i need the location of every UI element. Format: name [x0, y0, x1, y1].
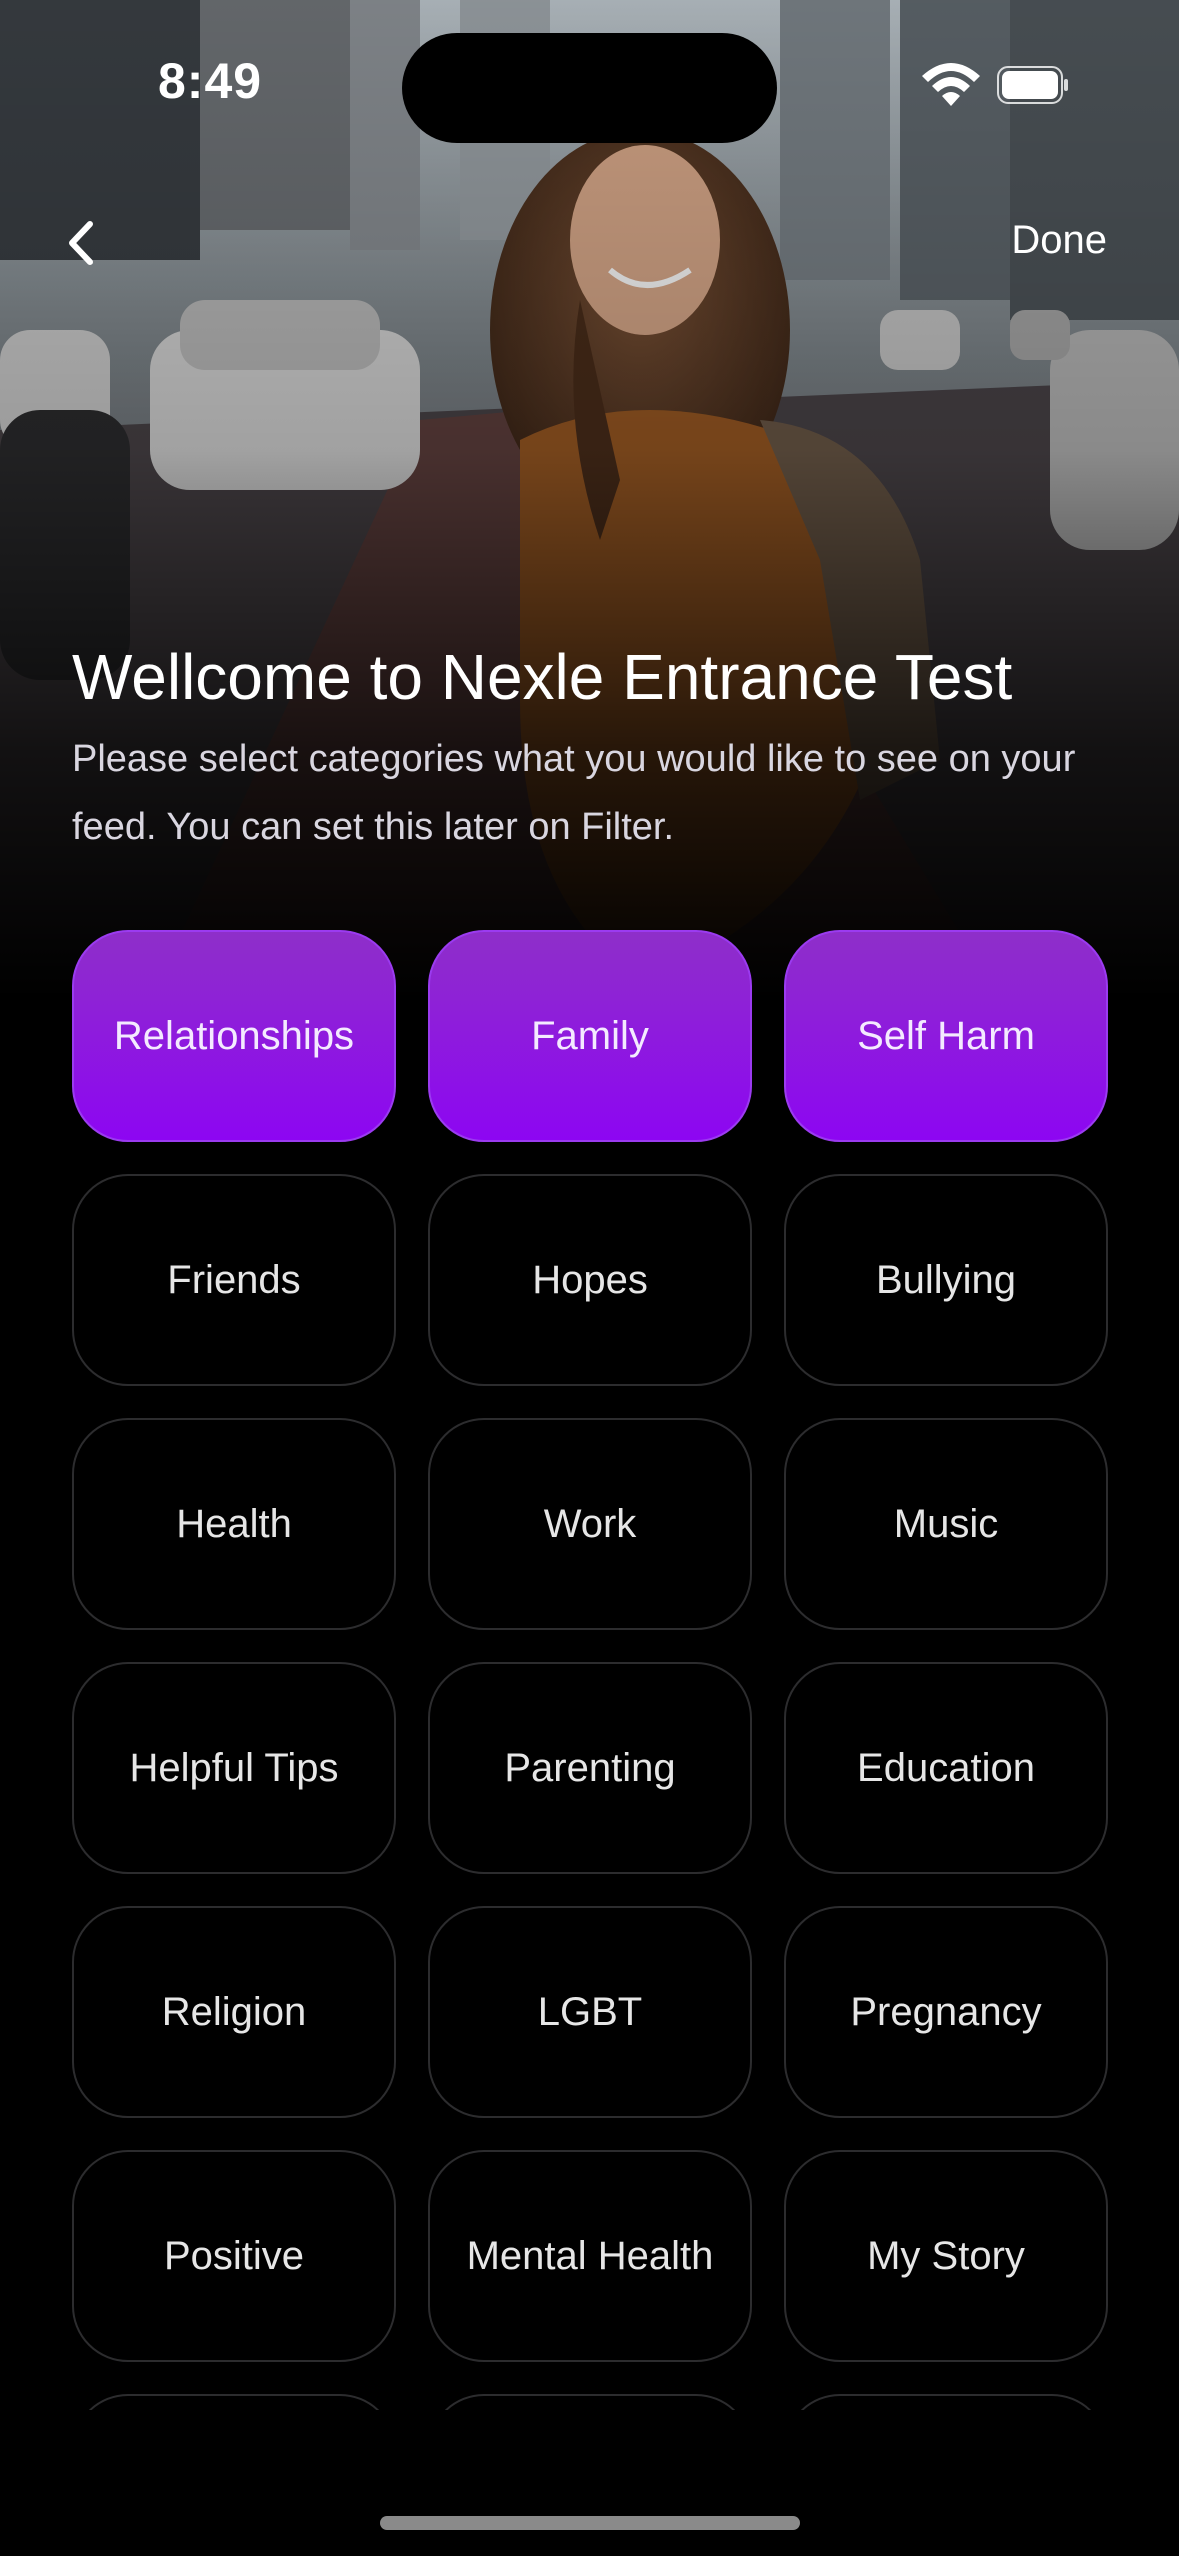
- category-chip-label: Education: [857, 1746, 1035, 1790]
- category-chip-label: Family: [531, 1014, 649, 1058]
- category-chip[interactable]: [428, 2394, 752, 2410]
- status-bar: 8:49: [0, 0, 1179, 160]
- category-chip[interactable]: Mental Health: [428, 2150, 752, 2362]
- category-chip[interactable]: Relationships: [72, 930, 396, 1142]
- category-chip[interactable]: My Story: [784, 2150, 1108, 2362]
- category-chip-label: LGBT: [537, 1990, 643, 2034]
- category-chip-label: Health: [176, 1502, 292, 1546]
- category-chip[interactable]: Pregnancy: [784, 1906, 1108, 2118]
- category-grid-inner: Relationships Family Self Harm Friends Hopes…: [72, 930, 1108, 2410]
- category-chip-label: Self Harm: [857, 1014, 1035, 1058]
- category-chip-label: Helpful Tips: [129, 1746, 339, 1790]
- category-chip-label: Work: [543, 1502, 637, 1546]
- battery-icon: [997, 66, 1068, 104]
- back-chevron-icon[interactable]: [58, 218, 108, 268]
- category-chip[interactable]: Bullying: [784, 1174, 1108, 1386]
- category-chip-label: Bullying: [875, 1258, 1017, 1302]
- home-indicator: [380, 2516, 800, 2530]
- category-chip[interactable]: LGBT: [428, 1906, 752, 2118]
- wifi-icon: [922, 63, 980, 106]
- category-chip[interactable]: Education: [784, 1662, 1108, 1874]
- category-chip[interactable]: [784, 2394, 1108, 2410]
- page-title: Wellcome to Nexle Entrance Test: [72, 641, 1013, 713]
- category-chip-label: Friends: [167, 1258, 301, 1302]
- category-chip-label: Pregnancy: [850, 1990, 1042, 2034]
- category-chip-label: My Story: [867, 2234, 1025, 2278]
- category-chip-label: Hopes: [532, 1258, 648, 1302]
- status-time: 8:49: [158, 53, 263, 109]
- dynamic-island: [402, 33, 777, 143]
- category-chip[interactable]: Self Harm: [784, 930, 1108, 1142]
- category-chip[interactable]: Parenting: [428, 1662, 752, 1874]
- category-chip[interactable]: [72, 2394, 396, 2410]
- category-chip-label: Religion: [161, 1990, 307, 2034]
- category-chip-label: Parenting: [504, 1746, 676, 1790]
- category-chip-label: Mental Health: [466, 2234, 714, 2278]
- category-chip[interactable]: Health: [72, 1418, 396, 1630]
- category-chip[interactable]: Helpful Tips: [72, 1662, 396, 1874]
- category-chip[interactable]: Hopes: [428, 1174, 752, 1386]
- category-chip[interactable]: Religion: [72, 1906, 396, 2118]
- category-chip-label: Positive: [163, 2234, 305, 2278]
- page-subtitle: Please select categories what you would …: [72, 738, 1076, 848]
- category-chip[interactable]: Music: [784, 1418, 1108, 1630]
- category-chip[interactable]: Work: [428, 1418, 752, 1630]
- done-button[interactable]: Done: [1011, 218, 1107, 263]
- category-chip-label: Relationships: [113, 1014, 355, 1058]
- category-chip[interactable]: Family: [428, 930, 752, 1142]
- nav-bar: Done: [0, 200, 1179, 280]
- category-grid: Relationships Family Self Harm Friends Hopes…: [72, 930, 1108, 2410]
- category-chip-label: Music: [893, 1502, 999, 1546]
- category-chip[interactable]: Positive: [72, 2150, 396, 2362]
- category-chip[interactable]: Friends: [72, 1174, 396, 1386]
